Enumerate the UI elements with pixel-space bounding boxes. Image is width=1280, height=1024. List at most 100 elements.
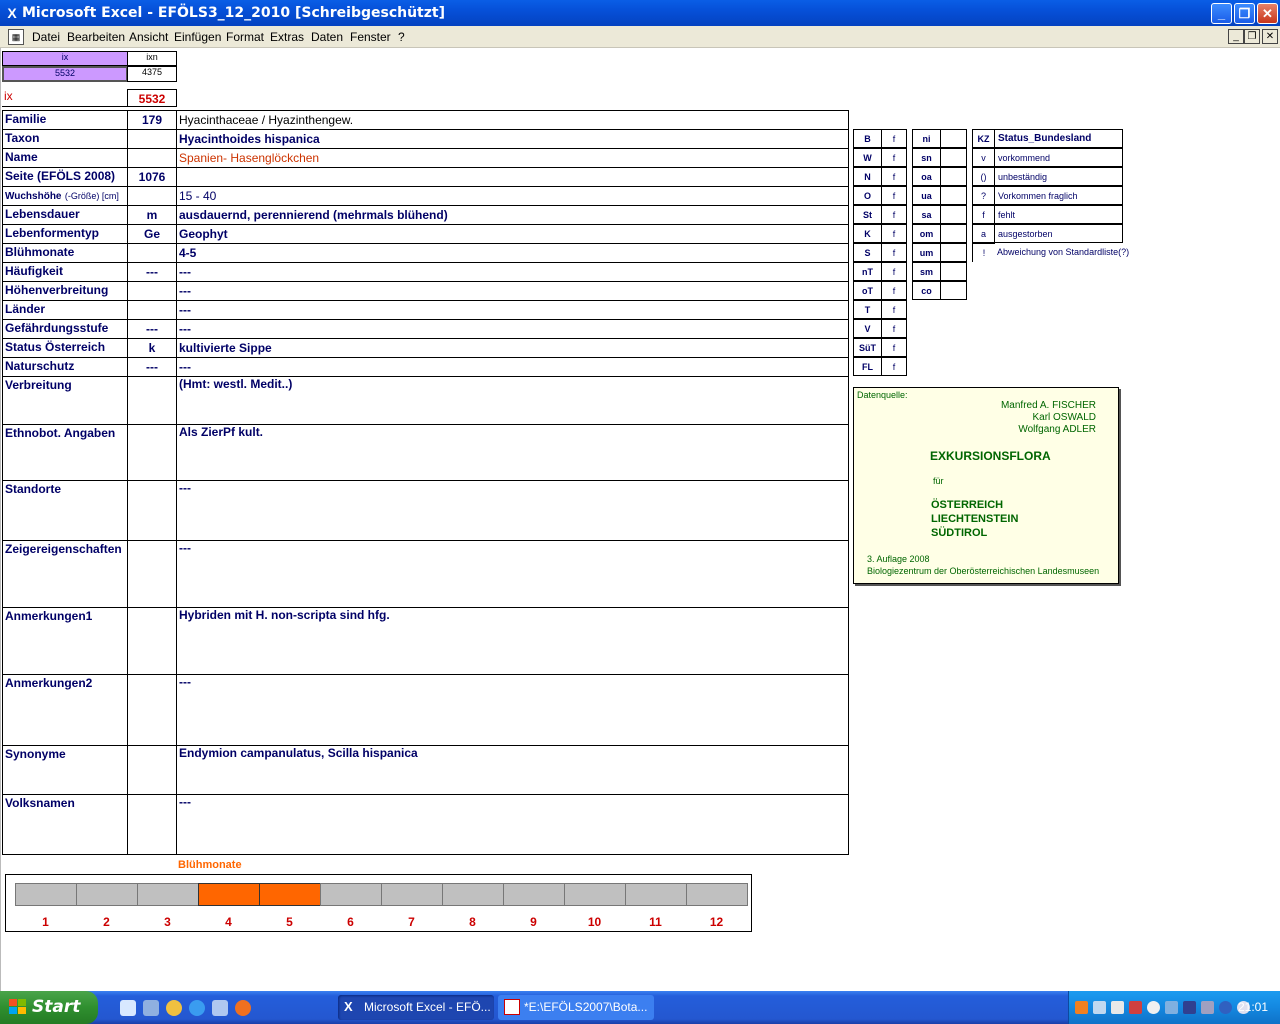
workbook-restore-button[interactable]: ❐: [1244, 29, 1260, 44]
field-code[interactable]: [127, 424, 177, 481]
taskbar: Start X Microsoft Excel - EFÖ... *E:\EFÖ…: [0, 991, 1280, 1024]
field-value[interactable]: Hybriden mit H. non-scripta sind hfg.: [176, 607, 849, 675]
tray-search-icon[interactable]: [1147, 1001, 1160, 1014]
legend-status-code: a: [972, 224, 995, 243]
field-value[interactable]: 15 - 40: [176, 186, 849, 206]
field-code[interactable]: [127, 281, 177, 301]
field-value[interactable]: Geophyt: [176, 224, 849, 244]
tray-info-icon[interactable]: [1219, 1001, 1232, 1014]
legend-region-code: oa: [912, 167, 941, 186]
quicklaunch-firefox-icon[interactable]: [235, 1000, 251, 1016]
menu-datei[interactable]: Datei: [32, 30, 60, 44]
field-value[interactable]: 4-5: [176, 243, 849, 263]
field-value[interactable]: ---: [176, 300, 849, 320]
source-author-2: Karl OSWALD: [1032, 412, 1096, 423]
field-value[interactable]: Hyacinthoides hispanica: [176, 129, 849, 149]
field-value[interactable]: Hyacinthaceae / Hyazinthengew.: [176, 110, 849, 130]
field-code[interactable]: Ge: [127, 224, 177, 244]
tray-shield-icon[interactable]: [1165, 1001, 1178, 1014]
field-code[interactable]: [127, 674, 177, 746]
legend-state-code: oT: [853, 281, 882, 300]
field-code[interactable]: ---: [127, 357, 177, 377]
menu-bearbeiten[interactable]: Bearbeiten: [67, 30, 125, 44]
tray-antivirus-icon[interactable]: [1183, 1001, 1196, 1014]
ixn-value-cell[interactable]: 4375: [127, 66, 177, 82]
field-code[interactable]: [127, 243, 177, 263]
tray-bluetooth-icon[interactable]: [1201, 1001, 1214, 1014]
ix-row-value[interactable]: 5532: [127, 89, 177, 107]
quicklaunch-media-icon[interactable]: [166, 1000, 182, 1016]
quicklaunch-explorer-icon[interactable]: [143, 1000, 159, 1016]
field-code[interactable]: [127, 148, 177, 168]
field-code[interactable]: 1076: [127, 167, 177, 187]
field-code[interactable]: [127, 540, 177, 608]
menu-fenster[interactable]: Fenster: [350, 30, 391, 44]
legend-state-status: f: [881, 262, 907, 281]
field-value[interactable]: (Hmt: westl. Medit..): [176, 376, 849, 425]
field-value[interactable]: Spanien- Hasenglöckchen: [176, 148, 849, 168]
field-label-text: Blühmonate: [5, 245, 75, 259]
field-code[interactable]: [127, 129, 177, 149]
menu-extras[interactable]: Extras: [270, 30, 304, 44]
field-code[interactable]: ---: [127, 319, 177, 339]
field-code[interactable]: [127, 186, 177, 206]
quicklaunch-outlook-icon[interactable]: [212, 1000, 228, 1016]
field-label-text: Familie: [5, 112, 47, 126]
field-value[interactable]: ---: [176, 262, 849, 282]
legend-state-code: O: [853, 186, 882, 205]
quicklaunch-ie-icon[interactable]: [189, 1000, 205, 1016]
menu-einfuegen[interactable]: Einfügen: [174, 30, 221, 44]
minimize-button[interactable]: _: [1211, 3, 1232, 24]
ixn-header-cell[interactable]: ixn: [127, 51, 177, 66]
menu-ansicht[interactable]: Ansicht: [129, 30, 168, 44]
start-button[interactable]: Start: [0, 991, 98, 1024]
workbook-close-button[interactable]: ✕: [1262, 29, 1278, 44]
legend-state-status: f: [881, 243, 907, 262]
tray-security-icon[interactable]: [1129, 1001, 1142, 1014]
field-value[interactable]: ---: [176, 357, 849, 377]
tray-app-icon[interactable]: [1075, 1001, 1088, 1014]
field-value[interactable]: Als ZierPf kult.: [176, 424, 849, 481]
field-value[interactable]: ---: [176, 281, 849, 301]
field-code[interactable]: [127, 745, 177, 795]
ix-value-cell[interactable]: 5532: [2, 66, 128, 82]
field-value[interactable]: ---: [176, 794, 849, 855]
field-value[interactable]: ---: [176, 674, 849, 746]
field-code[interactable]: [127, 607, 177, 675]
tray-network-icon[interactable]: [1093, 1001, 1106, 1014]
close-button[interactable]: ✕: [1257, 3, 1278, 24]
field-value[interactable]: ---: [176, 480, 849, 541]
quicklaunch-desktop-icon[interactable]: [120, 1000, 136, 1016]
field-code[interactable]: [127, 794, 177, 855]
field-label: Synonyme: [2, 745, 128, 795]
field-code[interactable]: [127, 480, 177, 541]
field-value[interactable]: ---: [176, 540, 849, 608]
menu-daten[interactable]: Daten: [311, 30, 343, 44]
worksheet[interactable]: ix ixn 5532 4375 ix 5532 Familie 179 Hyaci…: [0, 48, 1280, 991]
menu-format[interactable]: Format: [226, 30, 264, 44]
workbook-icon[interactable]: ▦: [8, 29, 24, 45]
menu-help[interactable]: ?: [398, 30, 405, 44]
field-value[interactable]: kultivierte Sippe: [176, 338, 849, 358]
legend-state-status: f: [881, 281, 907, 300]
field-label: Höhenverbreitung: [2, 281, 128, 301]
field-value[interactable]: ---: [176, 319, 849, 339]
tray-wireless-icon[interactable]: [1111, 1001, 1124, 1014]
field-code[interactable]: 179: [127, 110, 177, 130]
legend-region-code: co: [912, 281, 941, 300]
field-code[interactable]: [127, 376, 177, 425]
field-value[interactable]: Endymion campanulatus, Scilla hispanica: [176, 745, 849, 795]
field-code[interactable]: ---: [127, 262, 177, 282]
field-value[interactable]: ausdauernd, perennierend (mehrmals blühe…: [176, 205, 849, 225]
field-code[interactable]: [127, 300, 177, 320]
field-code[interactable]: m: [127, 205, 177, 225]
field-code[interactable]: k: [127, 338, 177, 358]
field-value[interactable]: [176, 167, 849, 187]
restore-button[interactable]: ❐: [1234, 3, 1255, 24]
ix-header-cell[interactable]: ix: [2, 51, 128, 66]
task-document[interactable]: *E:\EFÖLS2007\Bota...: [498, 995, 654, 1020]
task-excel[interactable]: X Microsoft Excel - EFÖ...: [338, 995, 494, 1020]
source-author-1: Manfred A. FISCHER: [1000, 400, 1096, 411]
task-excel-label: Microsoft Excel - EFÖ...: [364, 1000, 491, 1014]
workbook-minimize-button[interactable]: _: [1228, 29, 1244, 44]
